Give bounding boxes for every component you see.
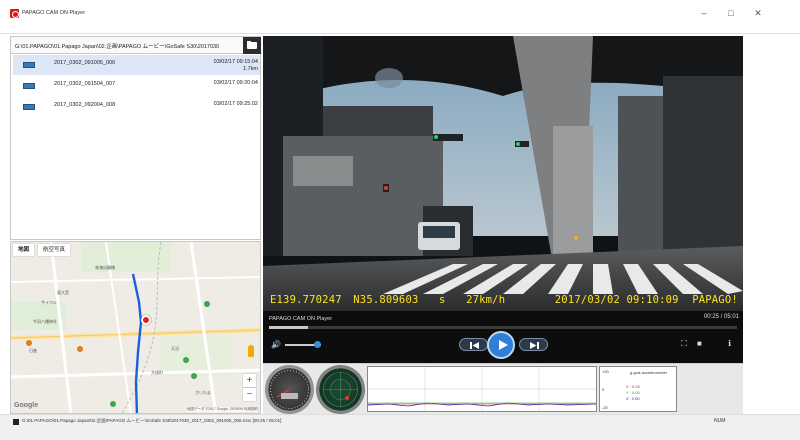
video-scene [263,36,743,311]
osd-longitude: E139.770247 [270,294,342,306]
window-title: PAPAGO CAM ON Player [22,10,86,16]
status-bar: G:\01.PAPAGO\01.Papago Japan\02.企画\PAPAG… [0,414,800,440]
file-date: 03/02/17 09:20:04 [213,80,258,86]
accelerometer-panel: +20 0 -20 g-gxis accelerometer X : 0.00 … [599,366,677,412]
accel-scale-mid: 0 [602,387,605,392]
file-date: 03/02/17 09:15:04 [213,59,258,65]
google-logo: Google [14,402,39,409]
info-icon[interactable]: ℹ [728,339,731,348]
timecode: 00:25 / 05:01 [703,314,739,320]
video-osd-overlay: E139.770247 N35.809603 s 27km/h 2017/03/… [270,294,743,306]
map-copyright: 地図データ ©2017 Google, ZENRIN 利用規約 [186,407,258,412]
volume-slider-handle[interactable] [314,341,322,348]
progress-fill [269,326,308,329]
fullscreen-icon[interactable]: ⛶ [681,339,687,348]
file-row[interactable]: 2017_0302_091504_007 03/02/17 09:20:04 [13,76,260,96]
file-row[interactable]: 2017_0302_091005_006 03/02/17 09:15:04 1.7… [13,55,260,75]
compass-dial [323,372,358,407]
map-label: 天沼 [171,346,179,351]
map-roads [11,242,260,413]
previous-button[interactable] [459,338,488,351]
file-row[interactable]: 2017_0302_092004_008 03/02/17 09:25:02 [13,97,260,117]
file-name: 2017_0302_091005_006 [54,60,116,66]
video-frame[interactable]: E139.770247 N35.809603 s 27km/h 2017/03/… [263,36,743,311]
minimize-button[interactable]: – [693,4,715,22]
compass-gauge [316,365,365,414]
osd-s: s [439,294,446,306]
map-label: 東大宮 [57,290,69,295]
osd-brand: PAPAGO! S30 [692,294,743,306]
vehicle-position-marker [141,315,151,325]
map-tab-map[interactable]: 地図 [13,244,35,256]
g-sensor-plot [367,367,597,411]
path-bar: G:\01.PAPAGO\01.Papago Japan\02.企画\PAPAG… [11,37,262,54]
status-app-icon [13,419,19,425]
dashboard: +20 0 -20 g-gxis accelerometer X : 0.00 … [263,363,743,414]
accel-scale-bottom: -20 [602,405,608,410]
progress-bar[interactable] [269,326,737,329]
file-name: 2017_0302_091504_007 [54,81,116,87]
video-file-icon [23,62,35,68]
accel-x-value: X : 0.00 [626,384,640,389]
app-logo-icon [10,9,19,18]
map-label: 日進 [29,348,37,353]
osd-latitude: N35.809603 [353,294,419,306]
zoom-in-button[interactable]: + [243,374,256,387]
street-view-pegman-icon[interactable] [248,345,254,357]
player-controls: PAPAGO CAM ON Player 00:25 / 05:01 🔊 ⛶ ■… [263,311,743,363]
snapshot-camera-icon[interactable]: ■ [697,339,702,348]
map-tab-satellite[interactable]: 航空写真 [38,244,71,256]
g-sensor-graph [367,366,597,412]
close-button[interactable]: ✕ [747,4,769,22]
accelerometer-title: g-gxis accelerometer [630,370,668,375]
skip-previous-icon [470,342,479,349]
volume-icon[interactable]: 🔊 [271,340,281,349]
map-label: さいたま [195,390,211,395]
file-distance: 1.7km [243,66,258,72]
play-button[interactable] [487,331,515,359]
file-name: 2017_0302_092004_008 [54,102,116,108]
osd-speed: 27km/h [466,294,506,306]
route-map[interactable]: 地図 航空写真 林澳出輪橋 東大宮 サイクル 今羽八幡神社 日進 天沼 大成町 … [10,241,261,414]
accel-scale-top: +20 [602,369,609,374]
accel-y-value: Y : 0.00 [626,390,640,395]
next-button[interactable] [519,338,548,351]
osd-datetime: 2017/03/02 09:10:09 [554,294,679,306]
video-file-icon [23,83,35,89]
accel-z-value: Z : 0.00 [626,396,640,401]
file-date: 03/02/17 09:25:02 [213,101,258,107]
skip-next-icon [530,342,539,349]
status-numlock: NUM [714,418,726,424]
zoom-out-button[interactable]: − [243,388,256,401]
video-file-icon [23,104,35,110]
speedometer-gauge [265,365,314,414]
speedometer-needle [270,370,309,409]
map-label: 大成町 [151,370,163,375]
folder-path: G:\01.PAPAGO\01.Papago Japan\02.企画\PAPAG… [15,44,220,50]
player-label: PAPAGO CAM ON Player [269,316,333,322]
open-folder-button[interactable] [243,37,261,54]
maximize-button[interactable]: □ [720,4,742,22]
map-label: サイクル [41,300,57,305]
map-label: 林澳出輪橋 [95,265,115,270]
title-bar: PAPAGO CAM ON Player – □ ✕ [0,0,800,34]
status-file-path: G:\01.PAPAGO\01.Papago Japan\02.企画\PAPAG… [22,418,282,423]
file-browser: G:\01.PAPAGO\01.Papago Japan\02.企画\PAPAG… [10,36,262,240]
map-label: 今羽八幡神社 [33,319,57,324]
